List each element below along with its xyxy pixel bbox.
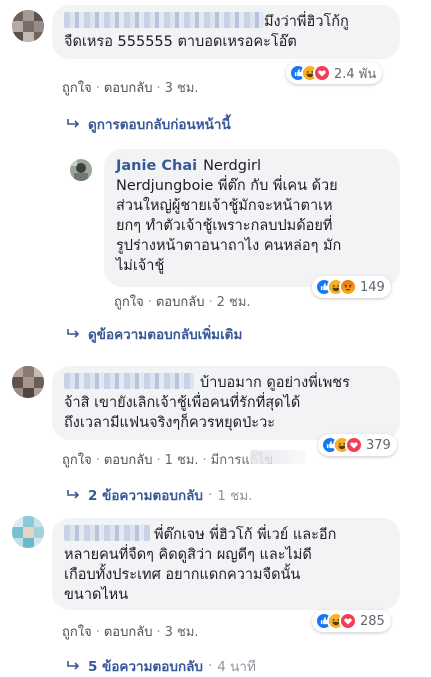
like-button[interactable]: ถูกใจ bbox=[62, 625, 92, 640]
reply-button[interactable]: ตอบกลับ bbox=[104, 81, 153, 96]
timestamp[interactable]: 1 ชม. bbox=[165, 453, 199, 468]
comment-actions: ถูกใจ · ตอบกลับ · 3 ชม. bbox=[62, 625, 199, 640]
timestamp[interactable]: 3 ชม. bbox=[165, 625, 199, 640]
blurred-author-name[interactable] bbox=[64, 373, 194, 389]
reaction-summary[interactable]: 285 bbox=[312, 610, 391, 632]
reply-count-label: 2 ข้อความตอบกลับ bbox=[88, 488, 203, 504]
blurred-author-name[interactable] bbox=[64, 12, 264, 28]
avatar-image bbox=[12, 366, 44, 398]
comment-text-line: บ้าบอมาก ดูอย่างพี่เพชร bbox=[200, 375, 350, 391]
love-reaction-icon bbox=[345, 436, 363, 454]
reaction-count: 149 bbox=[360, 279, 385, 295]
like-button[interactable]: ถูกใจ bbox=[62, 81, 92, 96]
reaction-summary[interactable]: 379 bbox=[318, 434, 397, 456]
comment-text-line: รูปร่างหน้าตาอนาถาไง คนหล่อๆ มัก bbox=[116, 238, 342, 254]
author-name[interactable]: Janie Chai bbox=[116, 158, 197, 174]
angry-reaction-icon bbox=[339, 278, 357, 296]
reaction-count: 2.4 พัน bbox=[334, 66, 377, 82]
like-button[interactable]: ถูกใจ bbox=[62, 453, 92, 468]
comment-bubble: บ้าบอมาก ดูอย่างพี่เพชร จ้าสิ เขายังเลิก… bbox=[52, 366, 400, 440]
comment-text-line: ส่วนใหญ่ผู้ชายเจ้าชู้มักจะหน้าตาเห bbox=[116, 198, 333, 214]
view-replies-link[interactable]: 5 ข้อความตอบกลับ · 4 นาที bbox=[66, 655, 256, 677]
comment-actions: ถูกใจ · ตอบกลับ · 2 ชม. bbox=[114, 295, 251, 310]
view-previous-replies-link[interactable]: ดูการตอบกลับก่อนหน้านี้ bbox=[66, 113, 231, 135]
reply-time: 4 นาที bbox=[217, 659, 256, 675]
reply-arrow-icon bbox=[67, 119, 80, 128]
love-reaction-icon bbox=[339, 612, 357, 630]
comment-text-line: มึงว่าพี่ฮิวโก้กู bbox=[264, 14, 349, 30]
like-button[interactable]: ถูกใจ bbox=[114, 295, 144, 310]
view-replies-link[interactable]: 2 ข้อความตอบกลับ · 1 ชม. bbox=[66, 484, 253, 506]
view-previous-replies-label: ดูการตอบกลับก่อนหน้านี้ bbox=[88, 117, 231, 133]
reply-arrow-icon bbox=[67, 490, 80, 499]
avatar-image bbox=[12, 516, 44, 548]
reaction-summary[interactable]: 2.4 พัน bbox=[286, 62, 383, 84]
reply-count-label: 5 ข้อความตอบกลับ bbox=[88, 659, 203, 675]
reply-time: 1 ชม. bbox=[217, 488, 253, 504]
comment-text-line: ถึงเวลามีแฟนจริงๆก็ควรหยุดป่ะวะ bbox=[64, 415, 276, 431]
comment-text-line: Nerdjungboie พี่ต๊ก กับ พี่เคน ด้วย bbox=[116, 178, 338, 194]
comment-text-line: จืดเหรอ 555555 ตาบอดเหรอคะโอ๊ต bbox=[64, 34, 297, 50]
timestamp[interactable]: 3 ชม. bbox=[165, 81, 199, 96]
reply-button[interactable]: ตอบกลับ bbox=[104, 453, 153, 468]
reply-button[interactable]: ตอบกลับ bbox=[104, 625, 153, 640]
tagged-user[interactable]: Nerdgirl bbox=[203, 158, 261, 174]
comment-actions: ถูกใจ · ตอบกลับ · 3 ชม. bbox=[62, 81, 199, 96]
view-more-replies-link[interactable]: ดูข้อความตอบกลับเพิ่มเติม bbox=[66, 323, 242, 345]
avatar-image bbox=[70, 159, 92, 181]
comment-bubble: พี่ต๊กเจษ พี่ฮิวโก้ พี่เวย์ และอีก หลายค… bbox=[52, 518, 400, 610]
comment-bubble: Janie Chai Nerdgirl Nerdjungboie พี่ต๊ก ก… bbox=[104, 149, 400, 287]
blurred-author-name[interactable] bbox=[64, 525, 150, 541]
comment-text-line: ไม่เจ้าชู้ bbox=[116, 258, 165, 274]
comment-actions: ถูกใจ · ตอบกลับ · 1 ชม. · มีการแก้ไข bbox=[62, 453, 274, 468]
comment-text-line: หลายคนที่จืดๆ คิดดูสิว่า ผญดีๆ และไม่ดี bbox=[64, 547, 312, 563]
avatar-image bbox=[12, 10, 44, 42]
reply-arrow-icon bbox=[67, 329, 80, 338]
timestamp[interactable]: 2 ชม. bbox=[217, 295, 251, 310]
reply-arrow-icon bbox=[67, 661, 80, 670]
blur-overlay bbox=[250, 450, 306, 464]
view-more-replies-label: ดูข้อความตอบกลับเพิ่มเติม bbox=[88, 327, 243, 343]
avatar[interactable] bbox=[12, 10, 44, 42]
avatar[interactable] bbox=[12, 366, 44, 398]
comment-text-line: เกือบทั้งประเทศ อยากแดกความจืดนั้น bbox=[64, 567, 301, 583]
comment-text-line: ยกๆ ทำตัวเจ้าชู้เพราะกลบปมด้อยที่ bbox=[116, 218, 333, 234]
reaction-count: 379 bbox=[366, 437, 391, 453]
love-reaction-icon bbox=[313, 64, 331, 82]
avatar[interactable] bbox=[12, 516, 44, 548]
comment-text-line: จ้าสิ เขายังเลิกเจ้าชู้เพื่อคนที่รักที่ส… bbox=[64, 395, 301, 411]
reaction-count: 285 bbox=[360, 613, 385, 629]
comment-bubble: มึงว่าพี่ฮิวโก้กู จืดเหรอ 555555 ตาบอดเห… bbox=[52, 5, 400, 59]
avatar[interactable] bbox=[70, 159, 92, 181]
comment-text-line: พี่ต๊กเจษ พี่ฮิวโก้ พี่เวย์ และอีก bbox=[154, 527, 337, 543]
comment-text-line: ขนาดไหน bbox=[64, 587, 129, 603]
reaction-summary[interactable]: 149 bbox=[312, 276, 391, 298]
reply-button[interactable]: ตอบกลับ bbox=[156, 295, 205, 310]
